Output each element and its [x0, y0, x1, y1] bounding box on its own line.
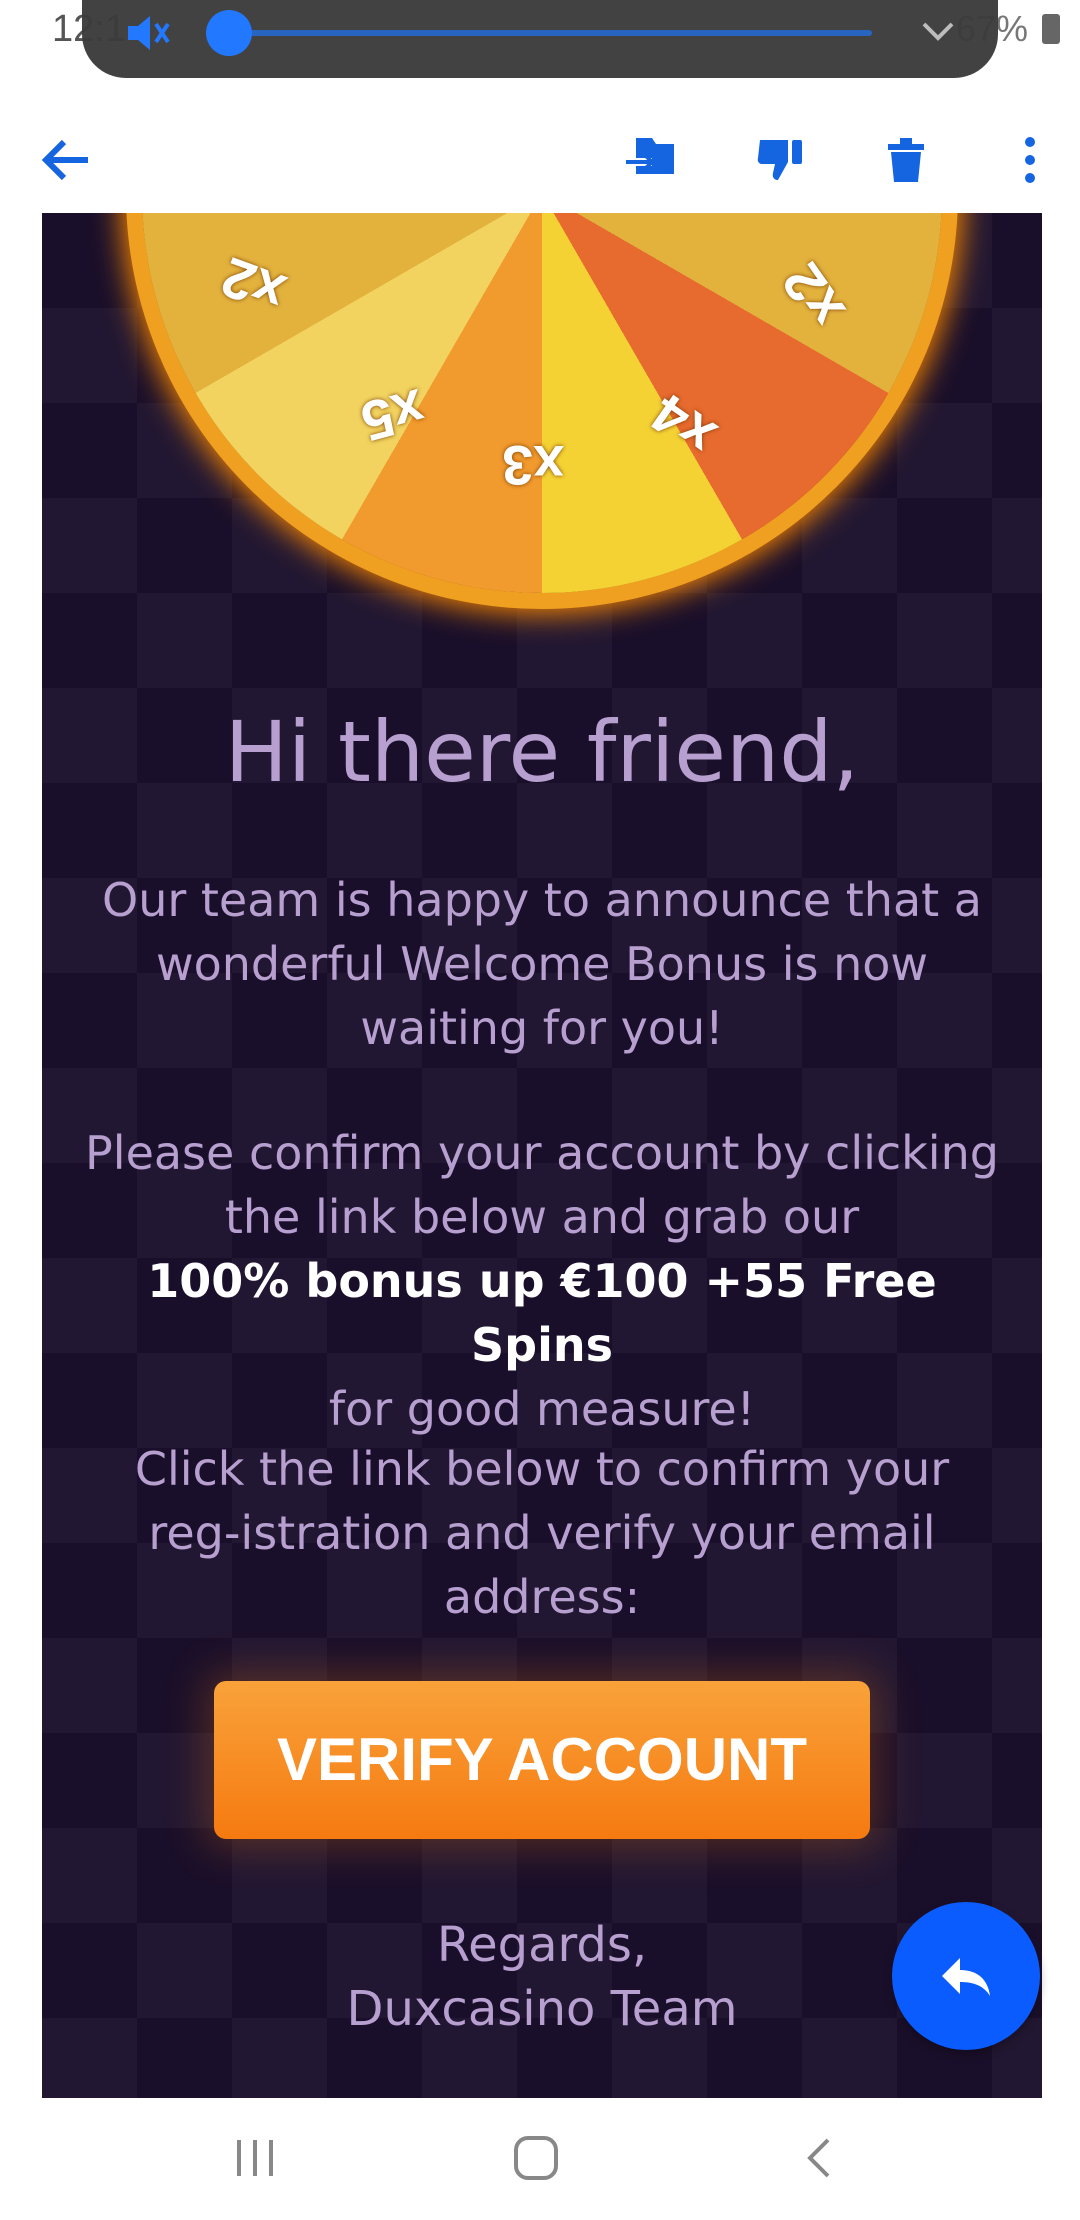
email-toolbar — [0, 110, 1080, 210]
wheel-label: x2 — [769, 251, 857, 340]
email-paragraph: Click the link below to confirm your reg… — [134, 1442, 950, 1624]
volume-track[interactable] — [232, 30, 872, 36]
reply-icon — [942, 1958, 990, 1996]
email-text: for good measure! — [328, 1382, 756, 1436]
wheel-label: x2 — [213, 245, 294, 326]
bonus-offer-text: 100% bonus up €100 +55 Free Spins — [147, 1254, 937, 1372]
home-icon[interactable] — [506, 2128, 566, 2188]
recents-icon[interactable] — [225, 2128, 285, 2188]
chevron-down-icon[interactable] — [914, 8, 962, 56]
verify-account-button[interactable]: VERIFY ACCOUNT — [214, 1681, 870, 1839]
email-paragraph: Our team is happy to announce that a won… — [102, 873, 982, 1055]
system-nav-bar — [0, 2100, 1080, 2220]
back-chevron-icon[interactable] — [790, 2128, 850, 2188]
email-body: x2 x5 x3 x4 x2 Hi there friend, Our team… — [42, 213, 1042, 2098]
more-vertical-icon[interactable] — [1000, 130, 1060, 190]
email-text: Please confirm your account by clicking … — [85, 1126, 999, 1244]
move-to-folder-icon[interactable] — [622, 130, 682, 190]
reply-button[interactable] — [892, 1902, 1040, 2050]
mute-icon[interactable] — [122, 8, 172, 58]
wheel-label: x3 — [502, 434, 565, 497]
wheel-label: x5 — [354, 377, 432, 454]
arrow-left-icon[interactable] — [36, 130, 96, 190]
trash-icon[interactable] — [876, 130, 936, 190]
wheel-label: x4 — [639, 381, 727, 470]
volume-panel — [82, 0, 998, 78]
email-paragraph: Please confirm your account by clicking … — [82, 1121, 1002, 1441]
volume-slider-handle[interactable] — [206, 10, 252, 56]
battery-icon — [1042, 14, 1060, 44]
email-greeting: Hi there friend, — [224, 703, 860, 801]
bonus-wheel-image: x2 x5 x3 x4 x2 — [142, 213, 942, 593]
thumbs-down-icon[interactable] — [752, 130, 812, 190]
